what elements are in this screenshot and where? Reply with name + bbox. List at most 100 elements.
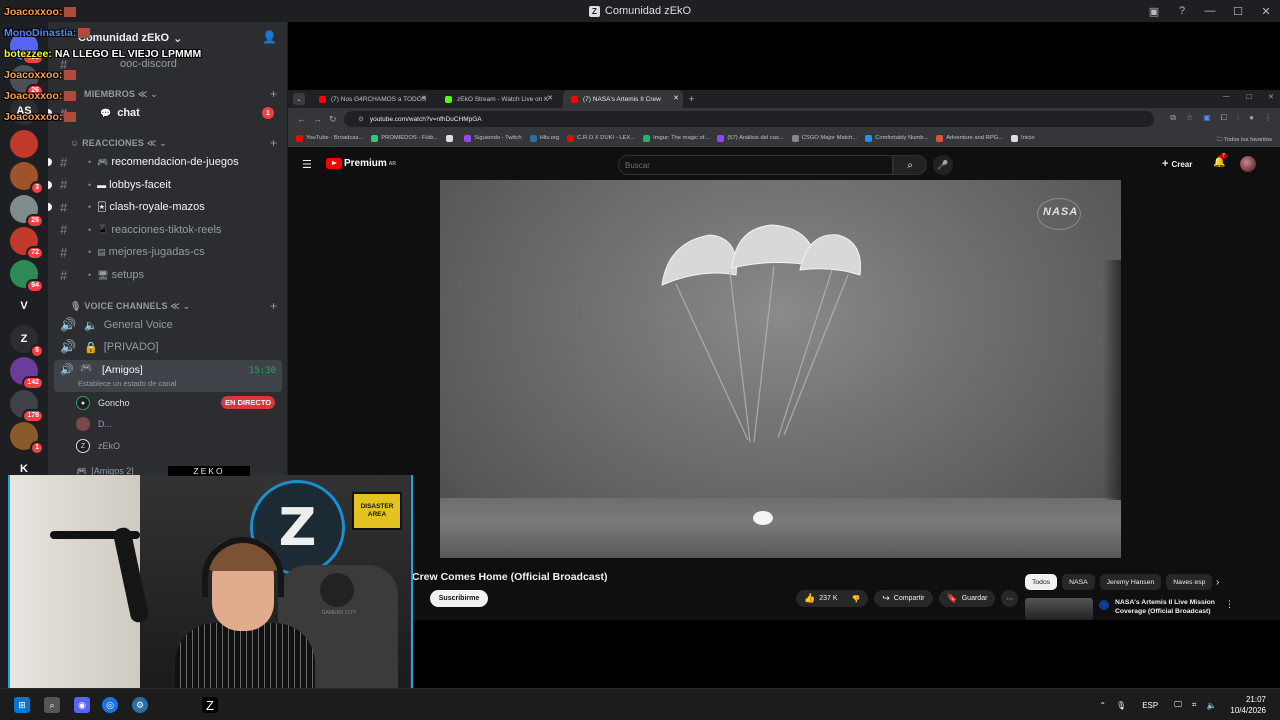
subscribe-button[interactable]: Suscribirme xyxy=(430,590,488,607)
notifications-button[interactable]: 🔔 7 xyxy=(1213,153,1228,168)
more-button[interactable]: ⋯ xyxy=(1001,590,1019,607)
browser-tab[interactable]: (7) NASA's Artemis II Crew ✕ xyxy=(563,90,683,108)
new-tab-button[interactable]: + xyxy=(689,94,694,104)
thumbs-down-icon[interactable]: 👎 xyxy=(852,595,861,603)
video-player[interactable]: NASA xyxy=(440,180,1121,558)
bookmark-item[interactable]: (57) Análisis del cas... xyxy=(717,134,784,142)
voice-channel-privado[interactable]: 🔊 🔒 [PRIVADO] xyxy=(54,336,282,358)
minimize-button[interactable]: — xyxy=(1196,0,1224,22)
channel-lobbys-faceit[interactable]: # • ▬ lobbys-faceit xyxy=(48,174,282,196)
bookmark-star-icon[interactable]: ☆ xyxy=(1186,113,1193,123)
category-reactions[interactable]: ☺ REACCIONES ≪ ⌄ + xyxy=(58,136,277,150)
channel-mejores-jugadas-cs[interactable]: # • ▤ mejores-jugadas-cs xyxy=(54,241,282,263)
bookmark-item[interactable]: YouTube - Broadcas... xyxy=(296,134,363,142)
search-icon[interactable]: ⌕ xyxy=(44,697,60,713)
help-icon[interactable]: ? xyxy=(1168,0,1196,22)
voice-search-button[interactable]: 🎤 xyxy=(933,155,953,175)
mic-icon[interactable]: 🎙 xyxy=(1116,701,1126,710)
filter-chip[interactable]: Todos xyxy=(1025,574,1058,590)
forward-icon[interactable]: → xyxy=(313,114,322,124)
clock[interactable]: 21:07 10/4/2026 xyxy=(1230,694,1266,716)
steam-icon[interactable]: ⚙ xyxy=(132,697,148,713)
search-input[interactable]: Buscar xyxy=(618,155,893,175)
avatar[interactable] xyxy=(1240,156,1256,172)
add-channel-icon[interactable]: + xyxy=(270,136,277,150)
bookmark-item[interactable]: Imgur: The magic of... xyxy=(643,134,709,142)
channel-chat[interactable]: # 💬 chat 1 xyxy=(48,102,282,124)
chevron-right-icon[interactable]: › xyxy=(1216,577,1219,588)
inbox-icon[interactable]: ▣ xyxy=(1140,0,1168,22)
close-icon[interactable]: ✕ xyxy=(547,94,553,102)
bookmark-item[interactable]: Adventure and RPG... xyxy=(936,134,1003,142)
language-indicator[interactable]: ESP xyxy=(1142,701,1158,710)
server-icon[interactable]: V xyxy=(10,292,38,320)
display-icon[interactable]: 🖵 xyxy=(1174,700,1182,710)
voice-user-zeko[interactable]: Z zEkO xyxy=(76,437,120,455)
more-vert-icon[interactable]: ⋮ xyxy=(1225,599,1234,610)
voice-channel-amigos[interactable]: 🔊 🎮 [Amigos] 15:30 Establece un estado d… xyxy=(54,360,282,392)
address-bar[interactable]: ⚙ youtube.com/watch?v=nfhDuCHMpGA xyxy=(344,111,1154,127)
volume-icon[interactable]: 🔈 xyxy=(1206,701,1216,710)
bookmark-item[interactable]: Siguiendo - Twitch xyxy=(464,134,522,142)
bookmark-item[interactable]: Comfortably Numb... xyxy=(865,134,928,142)
add-channel-icon[interactable]: + xyxy=(270,87,277,101)
extensions-puzzle-icon[interactable]: ⧠ xyxy=(1221,113,1227,123)
minimize-button[interactable]: — xyxy=(1223,93,1230,101)
voice-user-goncho[interactable]: ● Goncho xyxy=(76,394,130,412)
server-icon[interactable]: 142 xyxy=(10,357,44,390)
bookmark-item[interactable]: Inicio xyxy=(1011,134,1035,142)
channel-recomendacion-de-juegos[interactable]: # • 🎮 recomendacion-de-juegos xyxy=(48,151,282,173)
maximize-button[interactable]: ☐ xyxy=(1224,0,1252,22)
chevron-up-icon[interactable]: ⌃ xyxy=(1099,701,1106,710)
server-icon[interactable]: 94 xyxy=(10,259,44,293)
back-icon[interactable]: ← xyxy=(297,114,306,124)
save-button[interactable]: 🔖 Guardar xyxy=(938,590,996,607)
menu-icon[interactable]: ⋮ xyxy=(1264,113,1272,123)
server-icon[interactable]: 1 xyxy=(10,422,44,455)
close-icon[interactable]: ✕ xyxy=(673,94,679,102)
server-icon[interactable]: 178 xyxy=(10,389,44,423)
close-icon[interactable]: ✕ xyxy=(421,94,427,102)
server-icon[interactable]: Z6 xyxy=(10,324,44,358)
bookmark-item[interactable]: Hltv.org xyxy=(529,134,559,142)
channel-reacciones-tiktok-reels[interactable]: # • 📱 reacciones-tiktok-reels xyxy=(54,219,282,241)
browser-tab[interactable]: zEkO Stream - Watch Live on K ✕ xyxy=(437,90,557,108)
hamburger-icon[interactable]: ☰ xyxy=(302,158,312,171)
like-button[interactable]: 👍 237 K 👎 xyxy=(796,590,869,607)
server-icon[interactable]: 3 xyxy=(10,162,44,195)
youtube-logo[interactable]: Premium AR xyxy=(326,158,396,169)
profile-icon[interactable]: ● xyxy=(1249,113,1254,123)
server-icon[interactable] xyxy=(10,129,38,158)
discord-icon[interactable]: ◉ xyxy=(74,697,90,713)
server-icon[interactable]: 26 xyxy=(10,194,44,228)
browser-tab[interactable]: (7) Nos G4RCHAMOS a TODOS ✕ xyxy=(311,90,431,108)
voice-user-d[interactable]: D... xyxy=(76,415,112,433)
search-button[interactable]: ⌕ xyxy=(893,155,927,175)
bookmark-item[interactable]: CSGO Major Match... xyxy=(791,134,857,142)
extension-icon[interactable]: ▣ xyxy=(1203,113,1211,123)
create-button[interactable]: + Crear xyxy=(1162,158,1192,170)
server-icon[interactable]: 72 xyxy=(10,227,44,260)
filter-chip[interactable]: NASA xyxy=(1062,574,1095,590)
add-member-icon[interactable]: 👤 xyxy=(262,30,277,44)
bookmark-item[interactable] xyxy=(446,134,456,142)
filter-chip[interactable]: Naves esp xyxy=(1166,574,1213,590)
sidebar-icon[interactable]: ⫶ xyxy=(1237,113,1239,123)
voice-channel-general[interactable]: 🔊 🔈 General Voice xyxy=(54,314,282,336)
category-voice[interactable]: 🎙 VOICE CHANNELS ≪ ⌄ + xyxy=(58,299,277,313)
close-button[interactable]: ✕ xyxy=(1252,0,1280,22)
all-bookmarks[interactable]: 🗀 Todos los favoritos xyxy=(1217,135,1272,145)
chrome-icon[interactable]: ◎ xyxy=(102,697,118,713)
add-channel-icon[interactable]: + xyxy=(270,299,277,313)
bookmark-item[interactable]: PROMIEDOS - Fútb... xyxy=(371,134,438,142)
set-status-link[interactable]: Establece un estado de canal xyxy=(78,379,176,388)
tab-search-icon[interactable]: ⌄ xyxy=(293,93,305,105)
cast-icon[interactable]: ⧉ xyxy=(1170,113,1176,123)
reload-icon[interactable]: ↻ xyxy=(329,114,337,125)
bookmark-item[interactable]: C.R.O X DUKI - LEX... xyxy=(567,134,635,142)
share-button[interactable]: ↪ Compartir xyxy=(874,590,933,607)
maximize-button[interactable]: ☐ xyxy=(1246,93,1252,101)
filter-chip[interactable]: Jeremy Hansen xyxy=(1099,574,1162,590)
channel-setups[interactable]: # • 🖥 setups xyxy=(54,264,282,286)
zeko-taskbar-icon[interactable]: Z xyxy=(202,697,218,713)
